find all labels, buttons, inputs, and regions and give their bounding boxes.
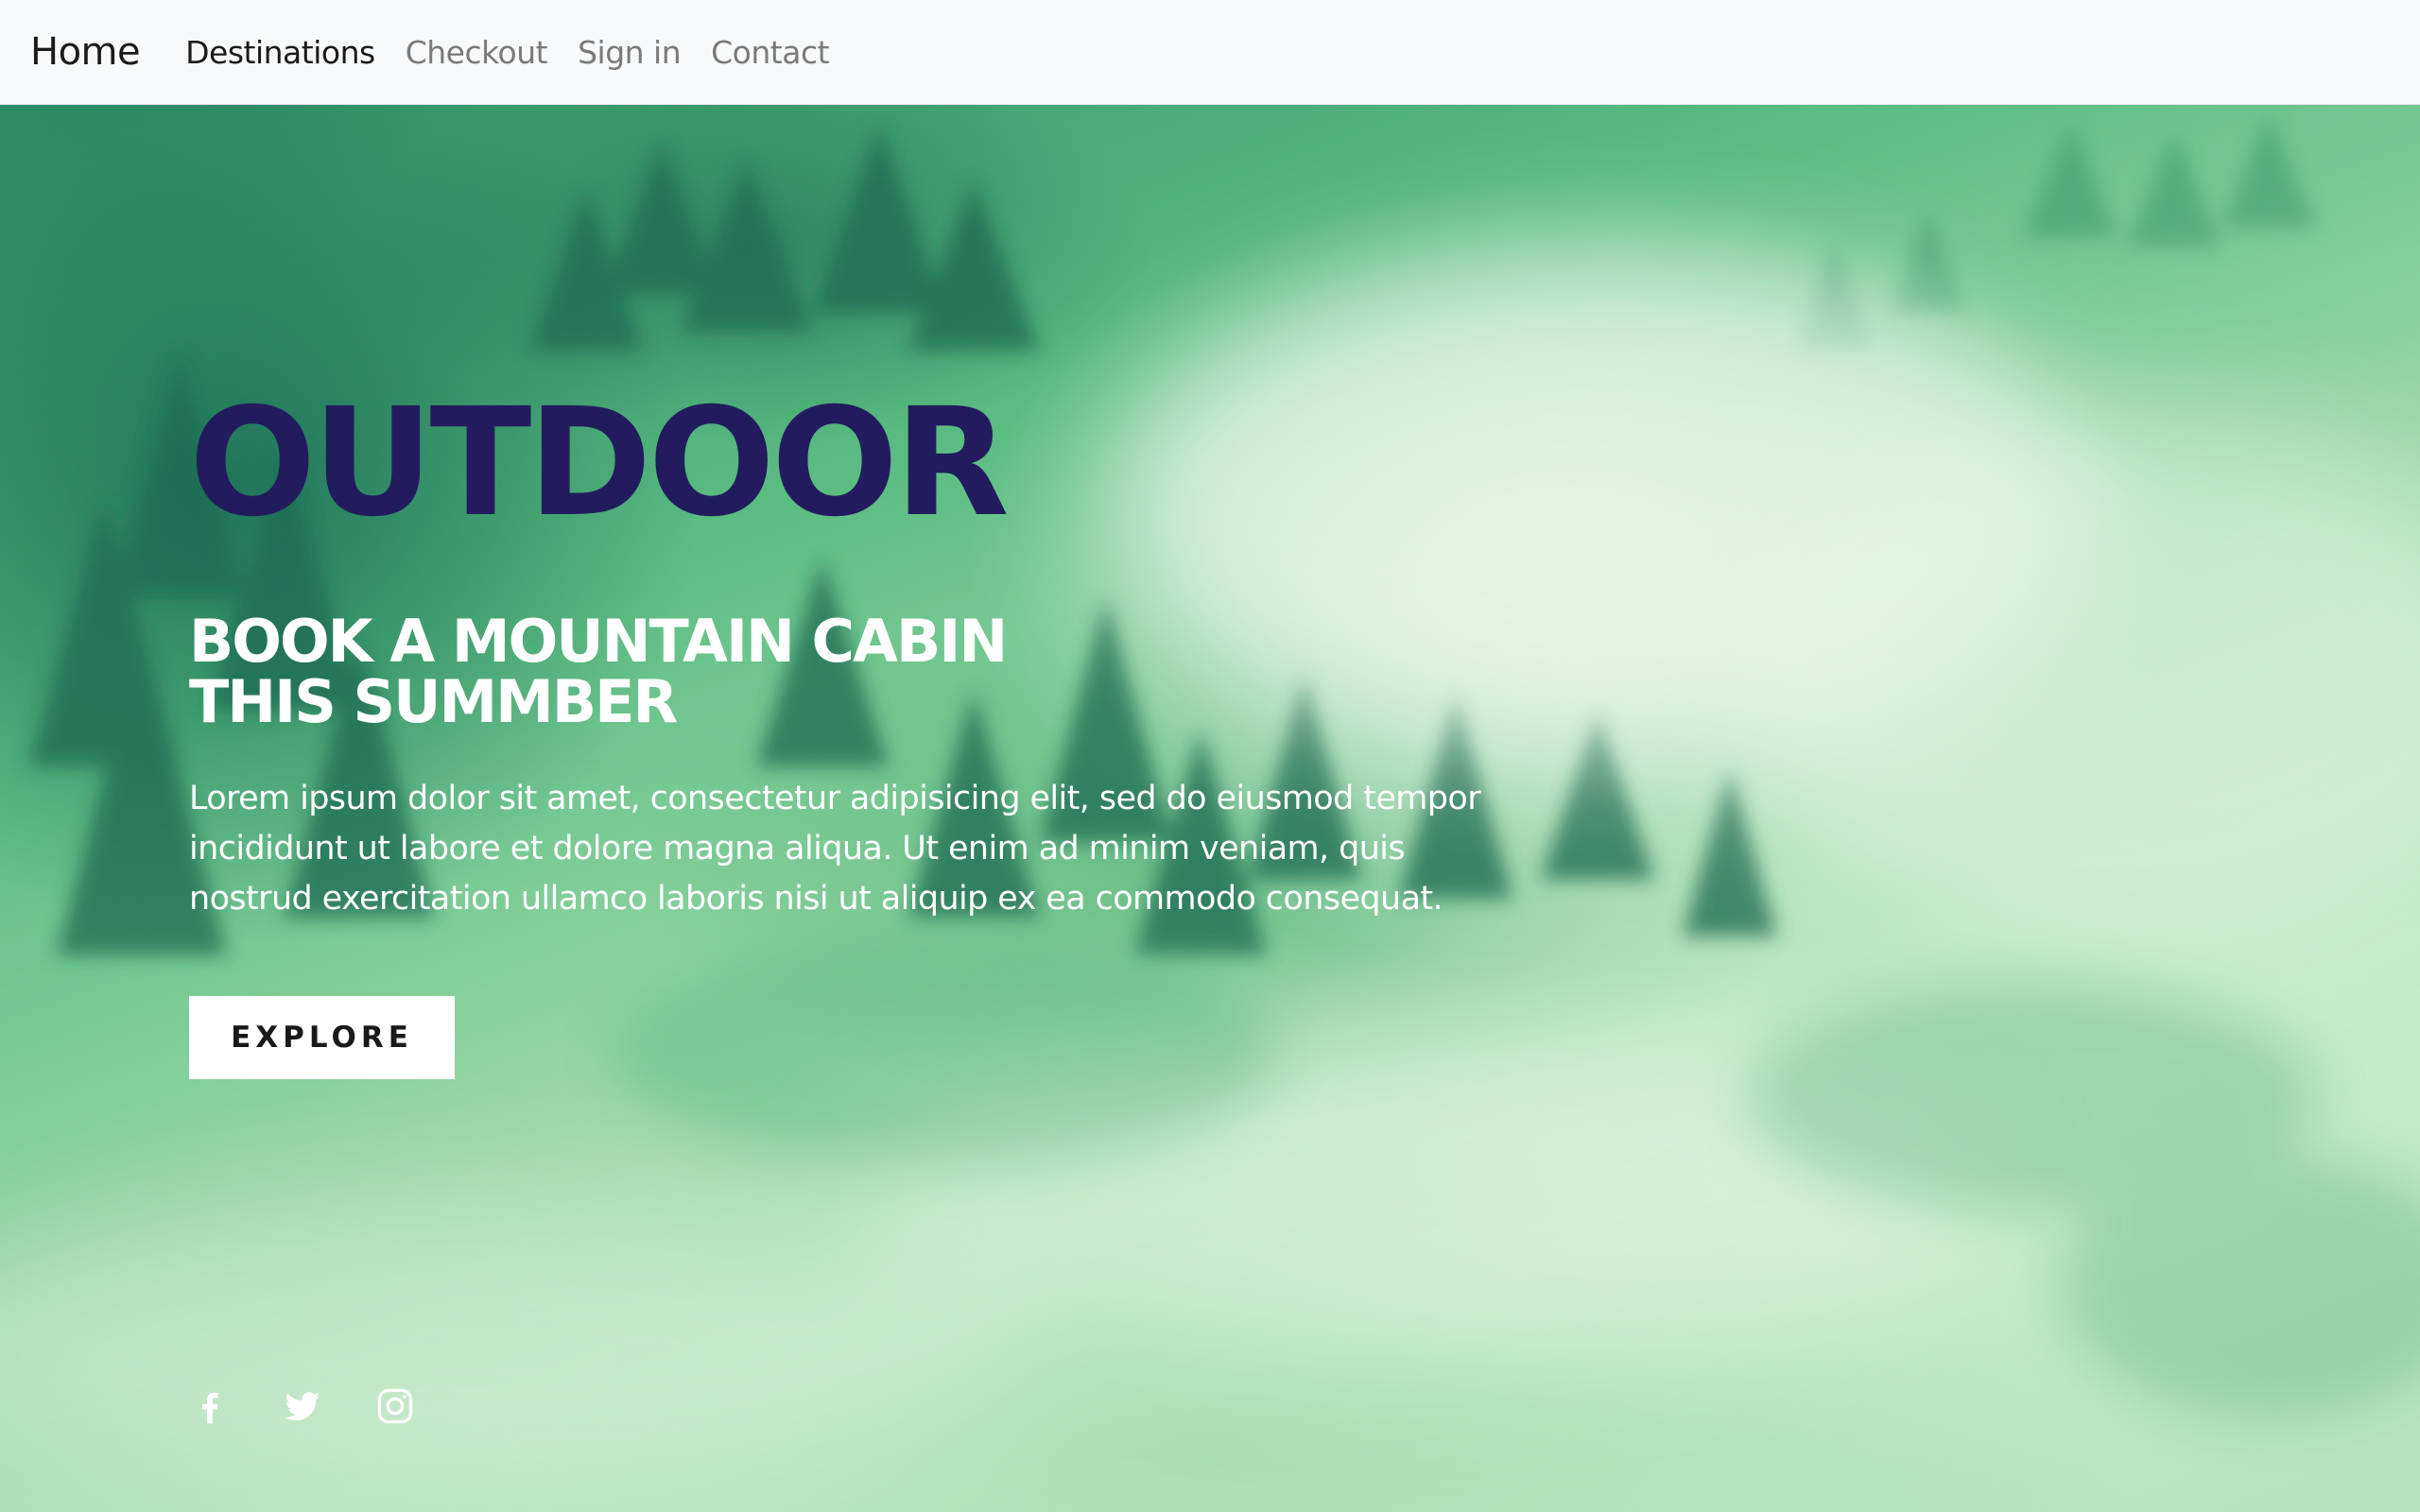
- instagram-icon[interactable]: [374, 1385, 416, 1427]
- twitter-icon[interactable]: [282, 1385, 323, 1427]
- nav-link-contact[interactable]: Contact: [711, 34, 829, 71]
- hero-subtitle-line1: BOOK A MOUNTAIN CABIN: [189, 607, 1008, 676]
- hero-title: OUTDOOR: [189, 376, 1010, 550]
- nav-link-sign-in[interactable]: Sign in: [578, 34, 682, 71]
- facebook-icon[interactable]: [189, 1385, 231, 1427]
- hero-subtitle-line2: THIS SUMMBER: [189, 667, 678, 736]
- top-navbar: Home Destinations Checkout Sign in Conta…: [0, 0, 2420, 105]
- hero-description: Lorem ipsum dolor sit amet, consectetur …: [189, 780, 1481, 918]
- nav-link-checkout[interactable]: Checkout: [406, 34, 548, 71]
- hero-section: OUTDOOR BOOK A MOUNTAIN CABIN THIS SUMMBE…: [0, 105, 2420, 1512]
- nav-links: Destinations Checkout Sign in Contact: [185, 34, 829, 71]
- nav-link-destinations[interactable]: Destinations: [185, 34, 375, 71]
- home-link[interactable]: Home: [30, 30, 141, 74]
- hero-content: OUTDOOR BOOK A MOUNTAIN CABIN THIS SUMMBE…: [189, 388, 1531, 1079]
- explore-button[interactable]: EXPLORE: [189, 996, 455, 1079]
- social-links: [189, 1385, 416, 1427]
- hero-subtitle: BOOK A MOUNTAIN CABIN THIS SUMMBER: [189, 611, 1040, 732]
